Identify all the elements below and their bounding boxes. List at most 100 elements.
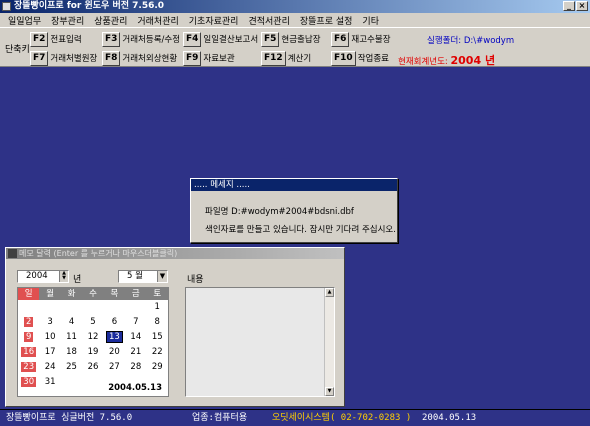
backup-button[interactable]: F9 자료보관 bbox=[183, 50, 235, 66]
f12-key[interactable]: F12 bbox=[261, 50, 286, 66]
calendar-day-number: 12 bbox=[87, 332, 99, 342]
exit-button[interactable]: F10 작업종료 bbox=[331, 50, 389, 66]
calendar-day-number: 4 bbox=[68, 317, 75, 327]
menu-clients[interactable]: 거래처관리 bbox=[132, 14, 183, 27]
calendar-day bbox=[61, 375, 82, 390]
calendar-day-number: 10 bbox=[44, 332, 56, 342]
calendar-weekday-header: 일 월 화 수 목 금 토 bbox=[18, 288, 168, 300]
weekday-sat: 토 bbox=[153, 289, 162, 299]
calendar-day[interactable]: 29 bbox=[147, 360, 168, 375]
f5-key[interactable]: F5 bbox=[261, 31, 280, 47]
calendar-day[interactable]: 12 bbox=[82, 330, 103, 345]
weekday-mon: 월 bbox=[46, 289, 55, 299]
inventory-button[interactable]: F6 재고수불장 bbox=[331, 31, 391, 47]
app-icon[interactable] bbox=[2, 2, 11, 11]
voucher-entry-button[interactable]: F2 전표입력 bbox=[30, 31, 82, 47]
status-date: 2004.05.13 bbox=[422, 413, 477, 423]
calendar-day[interactable]: 28 bbox=[125, 360, 146, 375]
minimize-button[interactable]: _ bbox=[563, 1, 575, 11]
weekday-sun: 일 bbox=[18, 288, 40, 300]
calculator-button[interactable]: F12 계산기 bbox=[261, 50, 311, 66]
calendar-day[interactable]: 17 bbox=[39, 345, 60, 360]
calendar-day[interactable]: 16 bbox=[18, 345, 39, 360]
year-spinner[interactable]: 2004 ▲ ▼ bbox=[17, 270, 69, 283]
calendar-day[interactable]: 22 bbox=[147, 345, 168, 360]
memo-calendar-window: 메모 달력 (Enter 를 누르거나 마우스더블클릭) 2004 ▲ ▼ 년 5… bbox=[5, 247, 345, 407]
scroll-down-icon[interactable]: ▼ bbox=[325, 387, 334, 396]
scroll-up-icon[interactable]: ▲ bbox=[325, 288, 334, 297]
calendar-day[interactable]: 21 bbox=[125, 345, 146, 360]
calendar-day[interactable]: 14 bbox=[125, 330, 146, 345]
f7-key[interactable]: F7 bbox=[30, 50, 49, 66]
calendar-day[interactable]: 5 bbox=[82, 315, 103, 330]
year-spin-buttons[interactable]: ▲ ▼ bbox=[59, 271, 68, 282]
client-ledger-button[interactable]: F7 거래처별원장 bbox=[30, 50, 97, 66]
f2-key[interactable]: F2 bbox=[30, 31, 49, 47]
calendar-day[interactable]: 9 bbox=[18, 330, 39, 345]
calendar-day-number: 5 bbox=[90, 317, 96, 327]
calendar-day-number: 14 bbox=[130, 332, 142, 342]
menu-etc[interactable]: 기타 bbox=[357, 14, 384, 27]
memo-title: 메모 달력 (Enter 를 누르거나 마우스더블클릭) bbox=[19, 249, 178, 258]
memo-content-textarea[interactable]: ▲ ▼ bbox=[185, 287, 335, 397]
calendar-day-number: 11 bbox=[66, 332, 77, 342]
calendar-day[interactable]: 8 bbox=[147, 315, 168, 330]
f10-key[interactable]: F10 bbox=[331, 50, 356, 66]
calendar-day bbox=[39, 300, 60, 315]
shortcut-label: 단축키 bbox=[5, 45, 30, 55]
menu-daily-work[interactable]: 일일업무 bbox=[0, 14, 46, 27]
fiscal-year-value: 2004 년 bbox=[450, 54, 496, 67]
calendar-day[interactable]: 19 bbox=[82, 345, 103, 360]
menu-settings[interactable]: 장뜰프로 설정 bbox=[295, 14, 358, 27]
month-select[interactable]: 5 월 ▼ bbox=[118, 270, 168, 283]
calendar-day-number: 18 bbox=[66, 347, 77, 357]
calendar-day[interactable]: 3 bbox=[39, 315, 60, 330]
calendar-day-number: 24 bbox=[44, 362, 56, 372]
cash-book-button[interactable]: F5 현금출납장 bbox=[261, 31, 321, 47]
menu-ledger[interactable]: 장부관리 bbox=[46, 14, 89, 27]
calendar-day[interactable]: 13 bbox=[104, 330, 125, 345]
calendar-day-number: 16 bbox=[21, 347, 37, 357]
menu-products[interactable]: 상품관리 bbox=[89, 14, 132, 27]
calendar-day[interactable]: 27 bbox=[104, 360, 125, 375]
window-controls: _ × bbox=[563, 1, 588, 11]
memo-scrollbar[interactable]: ▲ ▼ bbox=[324, 288, 334, 396]
f3-key[interactable]: F3 bbox=[102, 31, 121, 47]
calculator-label: 계산기 bbox=[287, 54, 312, 64]
calendar-day[interactable]: 7 bbox=[125, 315, 146, 330]
credit-status-label: 거래처외상현황 bbox=[122, 54, 178, 64]
calendar-day[interactable]: 11 bbox=[61, 330, 82, 345]
f8-key[interactable]: F8 bbox=[102, 50, 121, 66]
credit-status-button[interactable]: F8 거래처외상현황 bbox=[102, 50, 177, 66]
menu-quotes[interactable]: 견적서관리 bbox=[243, 14, 294, 27]
calendar-day[interactable]: 2 bbox=[18, 315, 39, 330]
calendar-day[interactable]: 6 bbox=[104, 315, 125, 330]
calendar-day[interactable]: 1 bbox=[147, 300, 168, 315]
calendar-day-number: 1 bbox=[154, 302, 160, 312]
f4-key[interactable]: F4 bbox=[183, 31, 202, 47]
calendar-day[interactable]: 25 bbox=[61, 360, 82, 375]
memo-content-label: 내용 bbox=[187, 275, 204, 285]
calendar-day-number: 23 bbox=[21, 362, 37, 372]
menu-base-data[interactable]: 기초자료관리 bbox=[184, 14, 244, 27]
calendar-day[interactable]: 10 bbox=[39, 330, 60, 345]
client-register-button[interactable]: F3 거래처등록/수정 bbox=[102, 31, 180, 47]
calendar-day[interactable]: 23 bbox=[18, 360, 39, 375]
calendar-day bbox=[104, 300, 125, 315]
f6-key[interactable]: F6 bbox=[331, 31, 350, 47]
calendar-day[interactable]: 20 bbox=[104, 345, 125, 360]
calendar-day[interactable]: 18 bbox=[61, 345, 82, 360]
exit-label: 작업종료 bbox=[357, 54, 389, 64]
chevron-down-icon[interactable]: ▼ bbox=[157, 271, 167, 282]
calendar-day[interactable]: 24 bbox=[39, 360, 60, 375]
dialog-message: 색인자료를 만들고 있습니다. 잠시만 기다려 주십시오. bbox=[205, 225, 396, 235]
calendar-day[interactable]: 31 bbox=[39, 375, 60, 390]
calendar-day-number: 27 bbox=[108, 362, 120, 372]
calendar-day[interactable]: 15 bbox=[147, 330, 168, 345]
calendar-day[interactable]: 4 bbox=[61, 315, 82, 330]
daily-report-button[interactable]: F4 일일결산보고서 bbox=[183, 31, 258, 47]
f9-key[interactable]: F9 bbox=[183, 50, 202, 66]
close-button[interactable]: × bbox=[576, 1, 588, 11]
calendar-day[interactable]: 30 bbox=[18, 375, 39, 390]
calendar-day[interactable]: 26 bbox=[82, 360, 103, 375]
